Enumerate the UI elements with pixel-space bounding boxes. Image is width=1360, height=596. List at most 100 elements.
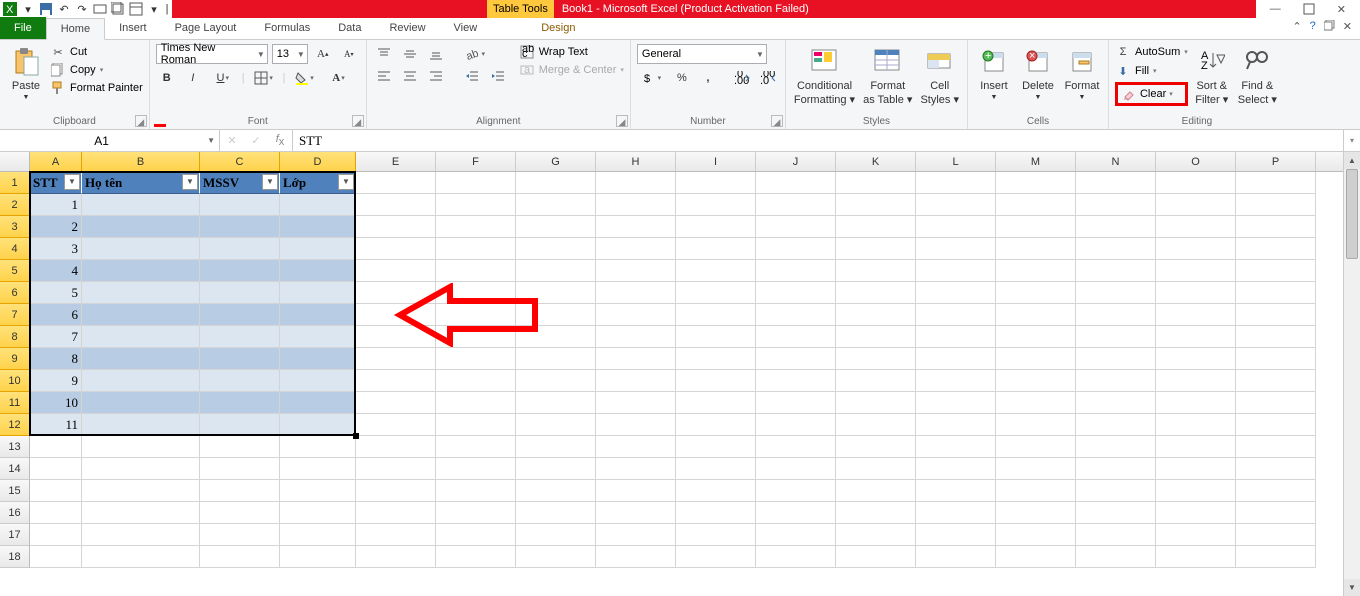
filter-button[interactable]: ▼ <box>182 174 198 190</box>
cell[interactable] <box>516 326 596 348</box>
font-launcher-icon[interactable]: ◢ <box>352 115 364 127</box>
redo-icon[interactable]: ↷ <box>74 1 90 17</box>
cell[interactable] <box>676 480 756 502</box>
tab-page-layout[interactable]: Page Layout <box>161 17 251 39</box>
cell[interactable] <box>356 524 436 546</box>
cell[interactable] <box>436 260 516 282</box>
help-icon[interactable]: ? <box>1310 20 1316 33</box>
align-left-button[interactable] <box>373 66 395 86</box>
cell[interactable] <box>436 326 516 348</box>
cell[interactable] <box>996 480 1076 502</box>
enter-formula-icon[interactable]: ✓ <box>244 134 268 147</box>
column-headers[interactable]: ABCDEFGHIJKLMNOP <box>0 152 1360 172</box>
cell[interactable] <box>596 458 676 480</box>
tab-design[interactable]: Design <box>527 17 589 39</box>
cell[interactable] <box>200 524 280 546</box>
cell[interactable] <box>836 304 916 326</box>
cell[interactable] <box>756 304 836 326</box>
cell[interactable] <box>516 172 596 194</box>
qat-icon[interactable] <box>110 1 126 17</box>
cell[interactable] <box>836 370 916 392</box>
cell[interactable] <box>436 480 516 502</box>
cell[interactable] <box>82 194 200 216</box>
cell[interactable] <box>200 326 280 348</box>
cell[interactable] <box>280 348 356 370</box>
cell[interactable] <box>516 370 596 392</box>
cell[interactable] <box>1076 326 1156 348</box>
conditional-formatting-button[interactable]: ConditionalFormatting ▾ <box>792 44 857 108</box>
cell[interactable] <box>200 436 280 458</box>
cell[interactable] <box>200 414 280 436</box>
cell[interactable] <box>280 216 356 238</box>
cell[interactable] <box>516 194 596 216</box>
cell[interactable] <box>836 282 916 304</box>
cell[interactable] <box>836 458 916 480</box>
cell[interactable] <box>836 546 916 568</box>
cell[interactable] <box>836 238 916 260</box>
cell[interactable] <box>836 326 916 348</box>
fx-icon[interactable]: fx <box>268 133 292 148</box>
cell[interactable] <box>1236 502 1316 524</box>
cell[interactable]: Họ tên▼ <box>82 172 200 194</box>
cell[interactable] <box>596 370 676 392</box>
row-header[interactable]: 17 <box>0 524 30 546</box>
cell[interactable] <box>436 370 516 392</box>
cell[interactable] <box>516 436 596 458</box>
cell[interactable] <box>1236 480 1316 502</box>
cell[interactable] <box>280 546 356 568</box>
alignment-launcher-icon[interactable]: ◢ <box>616 115 628 127</box>
cell[interactable] <box>356 458 436 480</box>
column-header[interactable]: E <box>356 152 436 171</box>
cancel-formula-icon[interactable]: ✕ <box>220 134 244 147</box>
delete-cells-button[interactable]: ×Delete▼ <box>1018 44 1058 104</box>
cell[interactable] <box>756 480 836 502</box>
cell[interactable] <box>82 524 200 546</box>
cell[interactable] <box>756 282 836 304</box>
cell[interactable] <box>836 194 916 216</box>
cell[interactable] <box>516 414 596 436</box>
format-painter-button[interactable]: Format Painter <box>50 80 143 96</box>
italic-button[interactable]: I <box>182 68 204 88</box>
cell[interactable] <box>596 524 676 546</box>
cell[interactable] <box>82 326 200 348</box>
font-name-combo[interactable]: Times New Roman▼ <box>156 44 268 64</box>
row-header[interactable]: 6 <box>0 282 30 304</box>
cell[interactable] <box>516 392 596 414</box>
cell[interactable] <box>436 172 516 194</box>
font-color-button[interactable]: A▾ <box>323 68 353 88</box>
cell[interactable] <box>676 392 756 414</box>
cell[interactable] <box>836 480 916 502</box>
qat-dropdown-icon[interactable]: ▾ <box>20 1 36 17</box>
align-center-button[interactable] <box>399 66 421 86</box>
window-close-icon[interactable]: ✕ <box>1343 20 1352 33</box>
column-header[interactable]: G <box>516 152 596 171</box>
cell[interactable] <box>996 502 1076 524</box>
cell[interactable] <box>1156 238 1236 260</box>
column-header[interactable]: H <box>596 152 676 171</box>
cell[interactable] <box>82 502 200 524</box>
cell[interactable] <box>1156 172 1236 194</box>
cell[interactable] <box>916 458 996 480</box>
cell[interactable] <box>200 348 280 370</box>
cell[interactable] <box>596 480 676 502</box>
cell[interactable] <box>1076 546 1156 568</box>
cell[interactable] <box>1076 172 1156 194</box>
cell[interactable] <box>1156 524 1236 546</box>
row-header[interactable]: 2 <box>0 194 30 216</box>
increase-decimal-button[interactable]: .0.00 <box>731 68 753 88</box>
row-header[interactable]: 9 <box>0 348 30 370</box>
cell[interactable] <box>996 524 1076 546</box>
cell[interactable] <box>676 216 756 238</box>
cell[interactable]: 5 <box>30 282 82 304</box>
cell[interactable] <box>756 458 836 480</box>
row-header[interactable]: 11 <box>0 392 30 414</box>
cell[interactable] <box>436 282 516 304</box>
tab-data[interactable]: Data <box>324 17 375 39</box>
cell[interactable] <box>82 348 200 370</box>
cell[interactable] <box>280 502 356 524</box>
name-box[interactable]: ▼ <box>0 130 220 151</box>
column-header[interactable]: L <box>916 152 996 171</box>
cell[interactable] <box>1076 260 1156 282</box>
select-all-corner[interactable] <box>0 152 30 171</box>
row-header[interactable]: 14 <box>0 458 30 480</box>
